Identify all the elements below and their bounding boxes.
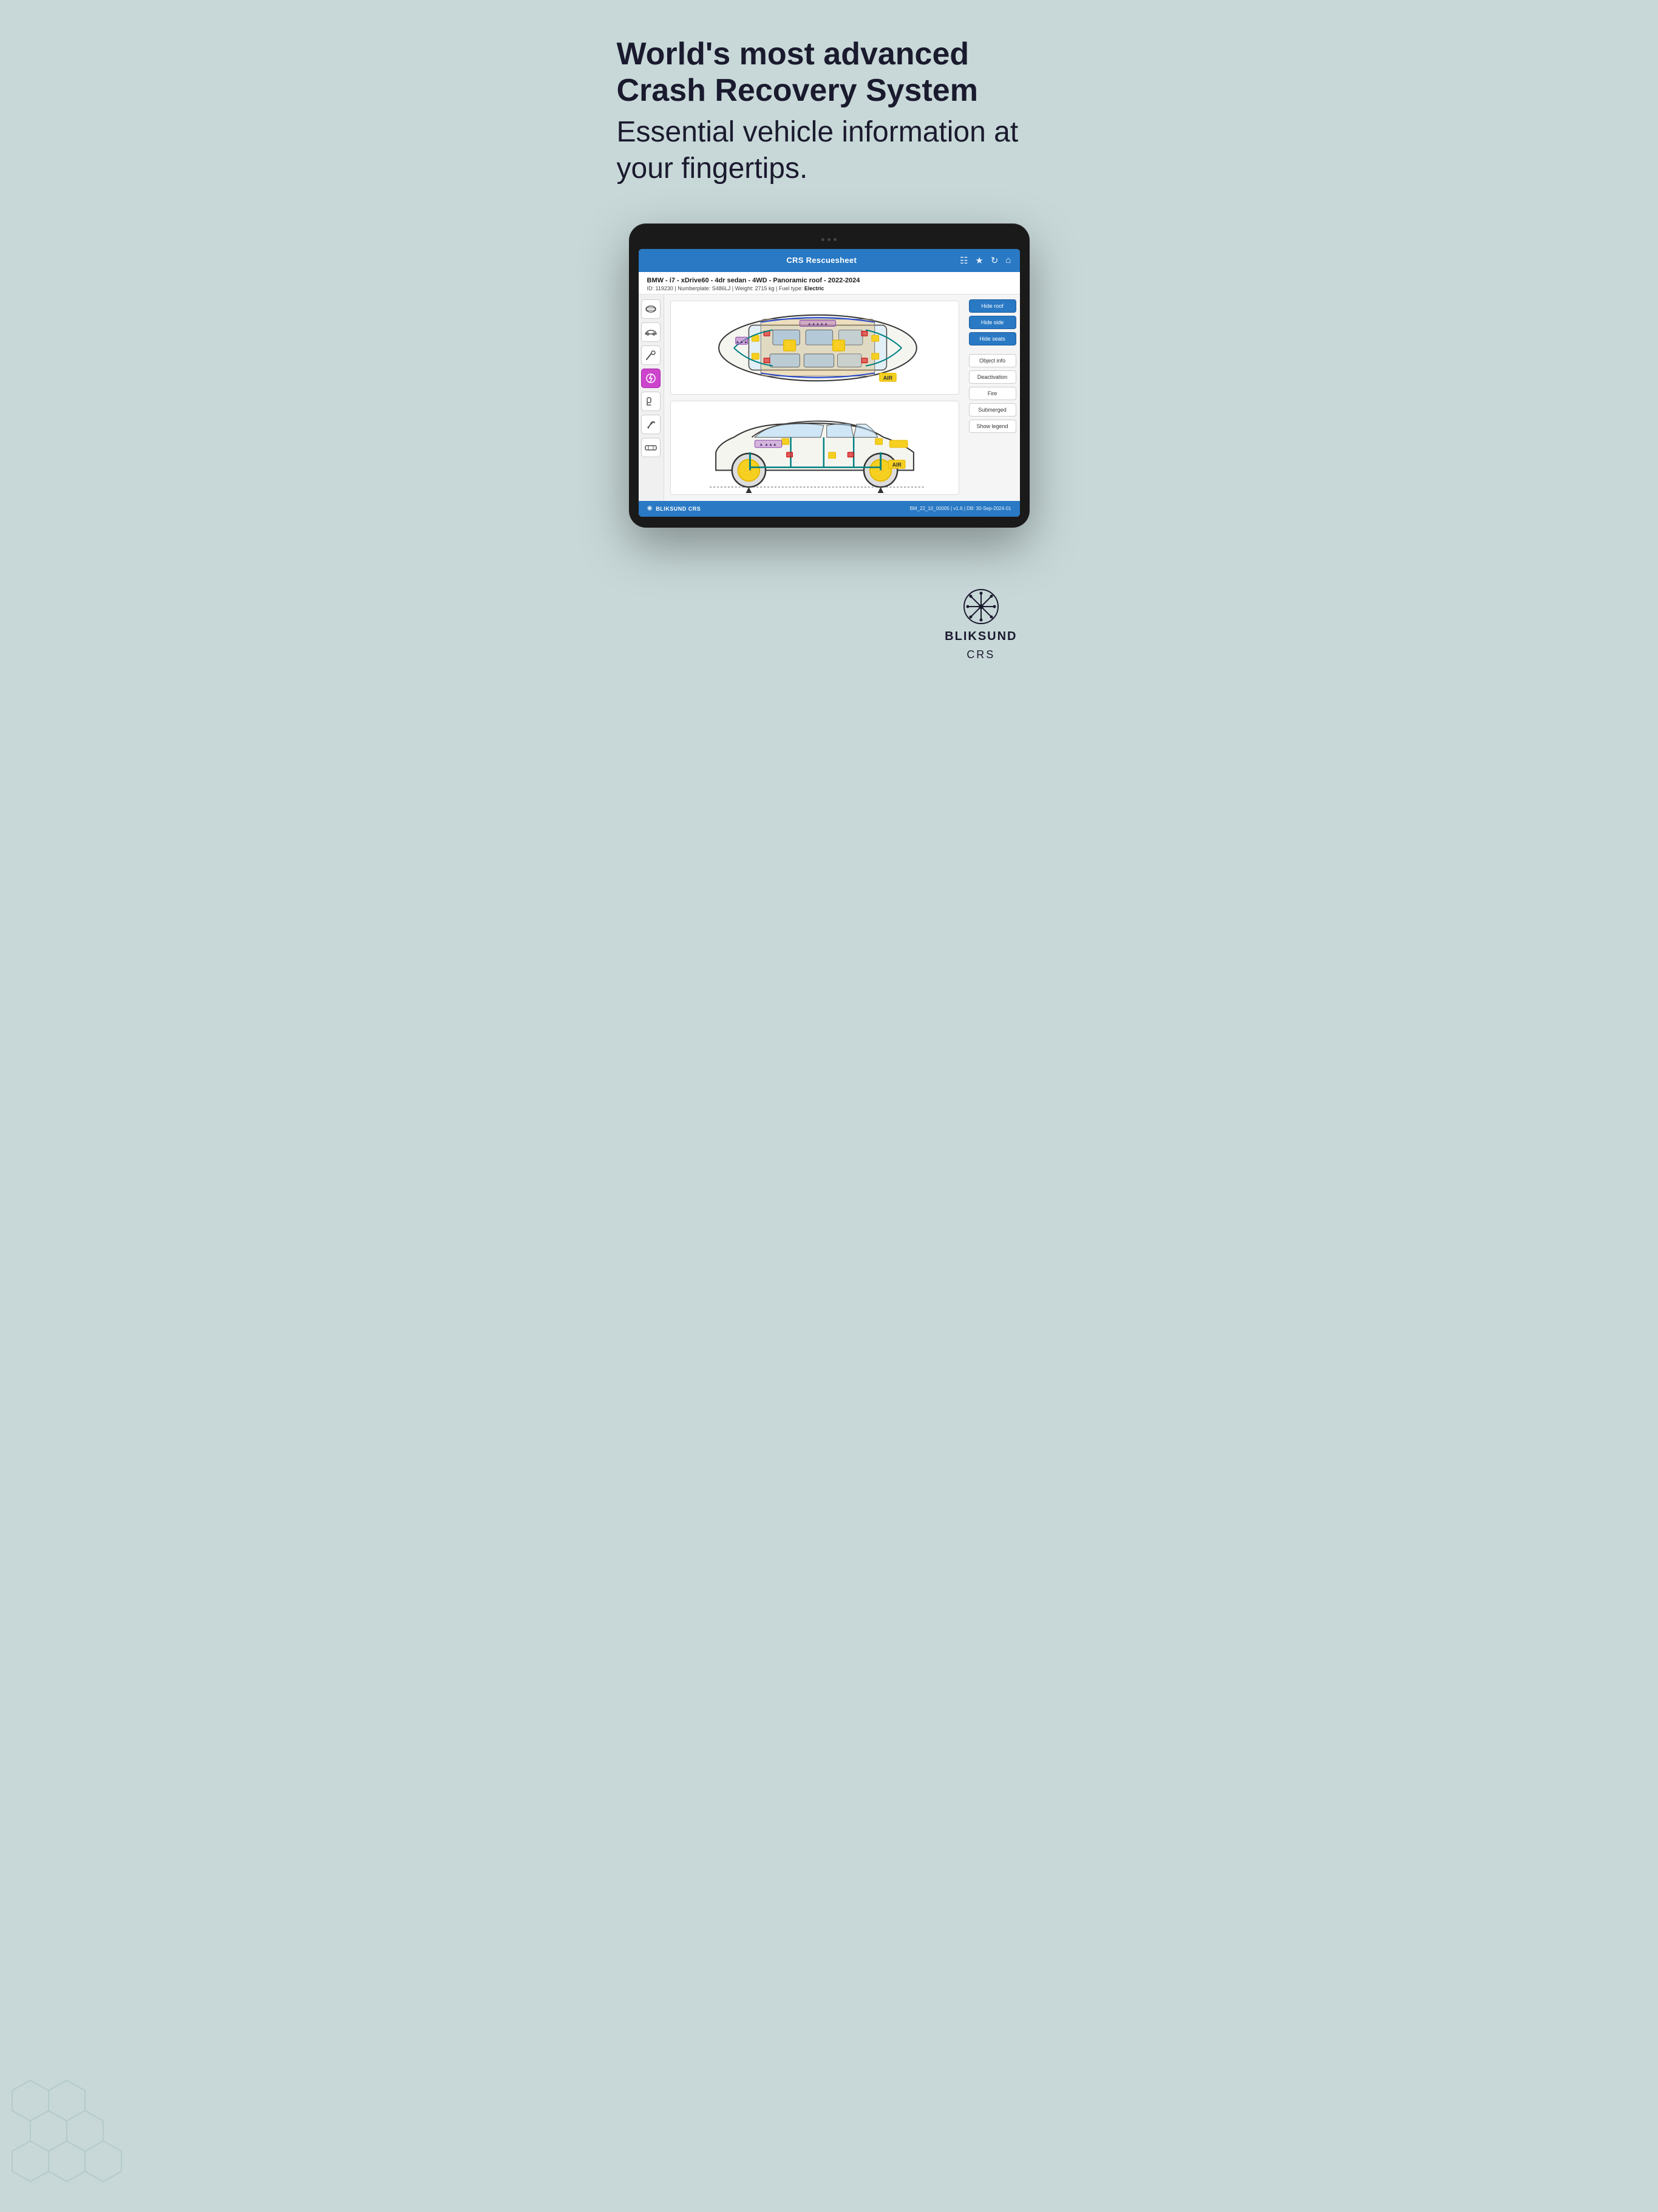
headline-bold: World's most advanced Crash Recovery Sys… xyxy=(617,36,978,109)
vehicle-title: BMW - i7 - xDrive60 - 4dr sedan - 4WD - … xyxy=(647,277,1011,284)
tablet-dot-2 xyxy=(827,238,831,241)
tablet-dots xyxy=(821,238,837,241)
fire-button[interactable]: Fire xyxy=(969,387,1016,400)
object-info-button[interactable]: Object info xyxy=(969,354,1016,367)
sidebar-btn-car-detail[interactable] xyxy=(641,438,661,457)
show-legend-button[interactable]: Show legend xyxy=(969,420,1016,433)
app-footer: ✳ BLIKSUND CRS BM_22_10_00005 | v1.6 | D… xyxy=(639,501,1020,517)
tablet-dot-3 xyxy=(834,238,837,241)
bottom-branding: BLIKSUND CRS xyxy=(945,588,1017,661)
tablet-container: CRS Rescuesheet ☷ ★ ↻ ⌂ BMW - i7 - xDriv… xyxy=(617,223,1042,528)
app-title: CRS Rescuesheet xyxy=(786,256,857,265)
submerged-button[interactable]: Submerged xyxy=(969,403,1016,417)
svg-text:AIR: AIR xyxy=(892,461,902,468)
svg-text:⚡: ⚡ xyxy=(785,341,794,349)
footer-version: BM_22_10_00005 | v1.6 | DB: 30-Sep-2024-… xyxy=(910,506,1011,511)
sidebar-btn-seat[interactable] xyxy=(641,392,661,411)
brand-sub: CRS xyxy=(967,648,995,661)
svg-text:⚡: ⚡ xyxy=(742,465,755,476)
car-top-view-diagram: ⚡ ⚡ xyxy=(670,301,959,395)
subheadline: Essential vehicle information at your fi… xyxy=(617,114,1042,187)
svg-text:⚡: ⚡ xyxy=(895,441,902,447)
diagram-area: ⚡ ⚡ xyxy=(664,294,965,501)
svg-text:⚡: ⚡ xyxy=(834,341,843,349)
brand-name: BLIKSUND xyxy=(945,630,1017,644)
page-wrapper: World's most advanced Crash Recovery Sys… xyxy=(593,0,1066,698)
bliksund-icon: ✳ xyxy=(647,505,653,512)
vehicle-meta: ID: 119230 | Numberplate: S486LJ | Weigh… xyxy=(647,285,1011,291)
tablet-screen: CRS Rescuesheet ☷ ★ ↻ ⌂ BMW - i7 - xDriv… xyxy=(639,249,1020,517)
hide-side-button[interactable]: Hide side xyxy=(969,316,1016,329)
sidebar-btn-electric[interactable] xyxy=(641,369,661,388)
deactivation-button[interactable]: Deactivation xyxy=(969,370,1016,384)
bliksund-logo-icon xyxy=(963,588,999,625)
tablet-top-bar xyxy=(639,234,1020,245)
vehicle-info-bar: BMW - i7 - xDrive60 - 4dr sedan - 4WD - … xyxy=(639,272,1020,294)
app-header: CRS Rescuesheet ☷ ★ ↻ ⌂ xyxy=(639,249,1020,272)
tablet-dot-1 xyxy=(821,238,824,241)
sidebar-btn-car-top[interactable] xyxy=(641,299,661,319)
svg-text:AIR: AIR xyxy=(883,375,892,381)
app-main: ⚡ ⚡ xyxy=(639,294,1020,501)
footer-brand: ✳ BLIKSUND CRS xyxy=(647,505,701,512)
left-sidebar xyxy=(639,294,664,501)
hide-roof-button[interactable]: Hide roof xyxy=(969,299,1016,313)
hide-seats-button[interactable]: Hide seats xyxy=(969,332,1016,345)
sidebar-btn-car-side[interactable] xyxy=(641,322,661,342)
svg-text:▲ ▲▲▲: ▲ ▲▲▲ xyxy=(759,443,776,447)
refresh-icon[interactable]: ↻ xyxy=(991,255,999,266)
document-icon[interactable]: ☷ xyxy=(960,255,968,266)
svg-text:▲▲▲▲▲: ▲▲▲▲▲ xyxy=(807,322,827,326)
svg-text:▲▲▲: ▲▲▲ xyxy=(735,340,747,344)
tablet-device: CRS Rescuesheet ☷ ★ ↻ ⌂ BMW - i7 - xDriv… xyxy=(629,223,1030,528)
right-sidebar: Hide roof Hide side Hide seats Object in… xyxy=(965,294,1020,501)
sidebar-btn-wrench[interactable] xyxy=(641,415,661,434)
sidebar-btn-tools[interactable] xyxy=(641,345,661,365)
header-icons: ☷ ★ ↻ ⌂ xyxy=(960,255,1011,266)
footer-brand-text: BLIKSUND CRS xyxy=(656,506,701,512)
car-side-view-diagram: ⚡ ⚡ xyxy=(670,401,959,495)
star-icon[interactable]: ★ xyxy=(975,255,983,266)
home-icon[interactable]: ⌂ xyxy=(1005,255,1011,265)
